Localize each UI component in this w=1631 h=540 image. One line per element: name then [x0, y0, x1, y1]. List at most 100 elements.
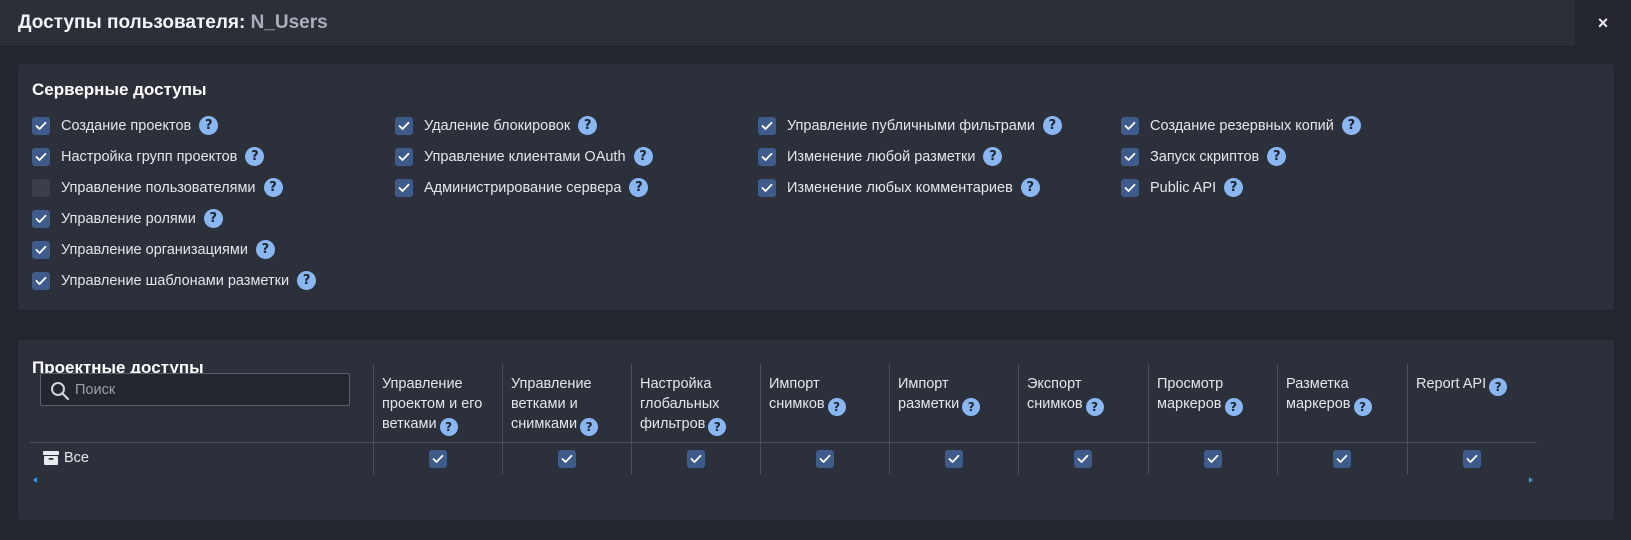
column-header-text: глобальных: [640, 396, 720, 412]
help-icon[interactable]: ?: [199, 116, 219, 135]
server-permissions-column-1: Создание проектов? Настройка групп проект…: [32, 110, 317, 296]
help-icon[interactable]: ?: [1085, 398, 1104, 416]
project-permission-checkbox[interactable]: [944, 450, 963, 468]
server-permission-checkbox[interactable]: [1121, 178, 1139, 197]
project-permission-checkbox[interactable]: [686, 450, 705, 468]
scroll-left-arrow-icon[interactable]: [32, 476, 38, 484]
server-permission-checkbox[interactable]: [758, 147, 776, 166]
server-permission-label[interactable]: Управление шаблонами разметки: [61, 273, 289, 289]
table-row-label[interactable]: Все: [42, 450, 89, 466]
help-icon[interactable]: ?: [633, 147, 653, 166]
server-permission-label[interactable]: Настройка групп проектов: [61, 149, 237, 165]
server-permission-checkbox[interactable]: [32, 116, 50, 135]
checkmark-icon: [1466, 454, 1477, 463]
help-icon[interactable]: ?: [629, 178, 649, 197]
server-permission-item: Создание проектов?: [32, 110, 316, 141]
help-icon[interactable]: ?: [1489, 378, 1508, 396]
server-permission-label[interactable]: Управление клиентами OAuth: [424, 149, 626, 165]
help-icon[interactable]: ?: [827, 398, 846, 416]
project-permission-checkbox[interactable]: [815, 450, 834, 468]
checkmark-icon: [819, 454, 830, 463]
checkmark-icon: [398, 121, 410, 130]
table-row-label-text: Все: [64, 450, 89, 466]
project-permission-checkbox[interactable]: [1332, 450, 1351, 468]
checkmark-icon: [761, 152, 773, 161]
server-permission-checkbox[interactable]: [32, 240, 50, 259]
help-icon[interactable]: ?: [203, 209, 223, 228]
checkmark-icon: [761, 121, 773, 130]
help-icon[interactable]: ?: [580, 418, 599, 436]
search-input[interactable]: [75, 374, 345, 405]
server-permission-checkbox[interactable]: [395, 116, 413, 135]
help-icon[interactable]: ?: [1224, 178, 1244, 197]
close-button[interactable]: ×: [1575, 0, 1631, 47]
server-permission-checkbox[interactable]: [1121, 147, 1139, 166]
checkmark-icon: [432, 454, 443, 463]
column-header-text: Report API: [1416, 376, 1487, 392]
project-permission-checkbox[interactable]: [1203, 450, 1222, 468]
project-permission-checkbox[interactable]: [1462, 450, 1481, 468]
help-icon[interactable]: ?: [1042, 116, 1062, 135]
server-permission-checkbox[interactable]: [1121, 116, 1139, 135]
help-icon[interactable]: ?: [255, 240, 275, 259]
server-permission-label[interactable]: Запуск скриптов: [1150, 149, 1259, 165]
archive-icon: [43, 451, 59, 465]
help-icon[interactable]: ?: [1224, 398, 1243, 416]
checkmark-icon: [761, 183, 773, 192]
server-permission-checkbox[interactable]: [395, 178, 413, 197]
column-header-text: Экспорт: [1027, 376, 1082, 392]
server-permission-label[interactable]: Изменение любых комментариев: [787, 180, 1013, 196]
help-icon[interactable]: ?: [708, 418, 727, 436]
project-permission-checkbox[interactable]: [428, 450, 447, 468]
server-permission-label[interactable]: Администрирование сервера: [424, 180, 621, 196]
server-permission-checkbox[interactable]: [758, 178, 776, 197]
help-icon[interactable]: ?: [297, 271, 317, 290]
checkmark-icon: [35, 276, 47, 285]
server-permission-item: Управление организациями?: [32, 234, 316, 265]
column-header-text: ветками: [382, 416, 437, 432]
server-permission-label[interactable]: Создание резервных копий: [1150, 118, 1334, 134]
scroll-right-arrow-icon[interactable]: [1528, 476, 1534, 484]
project-permissions-panel: Проектные доступы Управлениепроектом и е…: [18, 340, 1614, 520]
server-permissions-column-3: Управление публичными фильтрами? Изменени…: [758, 110, 1062, 203]
server-permission-label[interactable]: Удаление блокировок: [424, 118, 570, 134]
column-header-text: маркеров: [1286, 396, 1351, 412]
server-permission-checkbox[interactable]: [32, 147, 50, 166]
help-icon[interactable]: ?: [1267, 147, 1287, 166]
help-icon[interactable]: ?: [983, 147, 1003, 166]
server-permissions-panel: Серверные доступы Создание проектов? Наст…: [18, 64, 1614, 310]
help-icon[interactable]: ?: [245, 147, 265, 166]
server-permission-item: Управление пользователями?: [32, 172, 316, 203]
server-permission-label[interactable]: Управление ролями: [61, 211, 196, 227]
checkmark-icon: [948, 454, 959, 463]
project-permission-checkbox[interactable]: [1073, 450, 1092, 468]
server-permission-label[interactable]: Public API: [1150, 180, 1216, 196]
server-permission-checkbox[interactable]: [32, 178, 50, 197]
project-permission-checkbox[interactable]: [557, 450, 576, 468]
server-permission-checkbox[interactable]: [758, 116, 776, 135]
column-header-text: разметки: [898, 396, 960, 412]
server-permission-item: Настройка групп проектов?: [32, 141, 316, 172]
server-permission-checkbox[interactable]: [395, 147, 413, 166]
help-icon[interactable]: ?: [439, 418, 458, 436]
help-icon[interactable]: ?: [962, 398, 981, 416]
server-permission-label[interactable]: Создание проектов: [61, 118, 191, 134]
server-permission-label[interactable]: Управление организациями: [61, 242, 248, 258]
checkmark-icon: [1077, 454, 1088, 463]
help-icon[interactable]: ?: [578, 116, 598, 135]
column-header-text: снимков: [769, 396, 825, 412]
server-permission-label[interactable]: Изменение любой разметки: [787, 149, 975, 165]
checkmark-icon: [1207, 454, 1218, 463]
column-header-text: Управление: [511, 376, 592, 392]
server-permission-label[interactable]: Управление пользователями: [61, 180, 256, 196]
server-permission-label[interactable]: Управление публичными фильтрами: [787, 118, 1035, 134]
server-permission-checkbox[interactable]: [32, 271, 50, 290]
help-icon[interactable]: ?: [1341, 116, 1361, 135]
server-permission-checkbox[interactable]: [32, 209, 50, 228]
dialog-title-text: Доступы пользователя:: [18, 12, 246, 33]
server-permissions-heading: Серверные доступы: [32, 80, 207, 99]
help-icon[interactable]: ?: [263, 178, 283, 197]
help-icon[interactable]: ?: [1353, 398, 1372, 416]
help-icon[interactable]: ?: [1020, 178, 1040, 197]
column-header-text: Просмотр: [1157, 376, 1224, 392]
